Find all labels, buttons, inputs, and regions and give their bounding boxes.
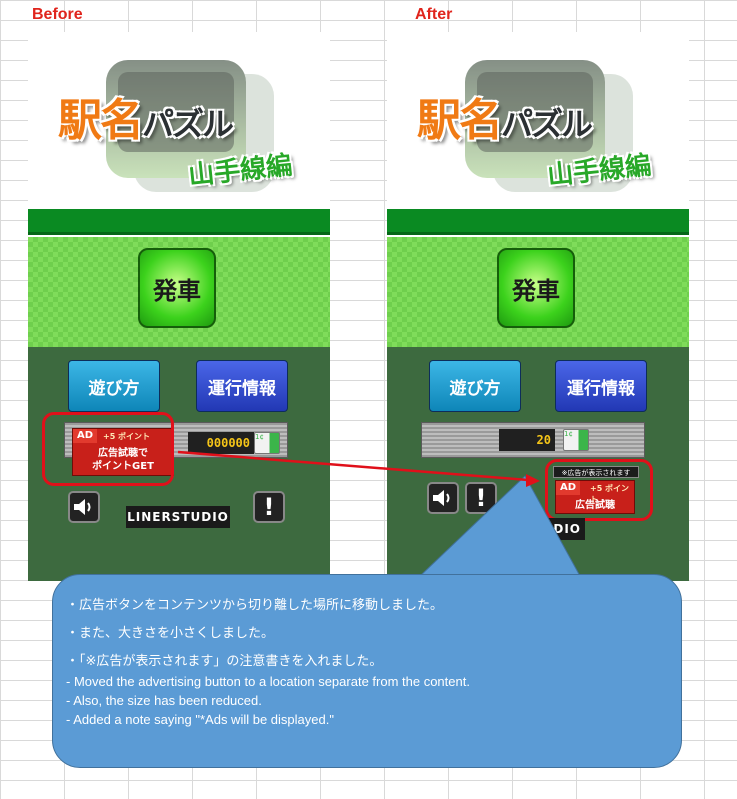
ic-card-icon: 1¢ bbox=[254, 432, 280, 454]
points-display: 20 bbox=[499, 429, 555, 451]
line-stripe bbox=[28, 209, 330, 235]
howto-button[interactable]: 遊び方 bbox=[429, 360, 521, 412]
studio-logo-partial: UDIO bbox=[527, 518, 585, 540]
logo-area: 駅名パズル 山手線編 bbox=[387, 32, 689, 209]
app-title-puzzle: パズル bbox=[501, 105, 593, 143]
note-jp-3: ・「※広告が表示されます」の注意書きを入れました。 bbox=[66, 654, 383, 669]
note-en-1: - Moved the advertising button to a loca… bbox=[66, 674, 470, 689]
note-jp-1: ・広告ボタンをコンテンツから切り離した場所に移動しました。 bbox=[66, 598, 444, 613]
info-button[interactable]: ! bbox=[465, 482, 497, 514]
after-screen: 駅名パズル 山手線編 発車 遊び方 運行情報 20 1¢ ※広告が表示されます … bbox=[387, 32, 689, 581]
speaker-icon bbox=[433, 490, 450, 506]
note-en-3: - Added a note saying "*Ads will be disp… bbox=[66, 712, 334, 727]
speaker-icon bbox=[74, 499, 91, 515]
speaker-button[interactable] bbox=[68, 491, 100, 523]
note-jp-2: ・また、大きさを小さくしました。 bbox=[66, 626, 275, 641]
exclamation-icon: ! bbox=[475, 484, 487, 512]
studio-logo: LINERSTUDIO bbox=[126, 506, 230, 528]
app-title: 駅名パズル bbox=[417, 84, 593, 148]
after-label: After bbox=[415, 6, 453, 23]
logo-area: 駅名パズル 山手線編 bbox=[28, 32, 330, 209]
note-en-2: - Also, the size has been reduced. bbox=[66, 693, 262, 708]
howto-button[interactable]: 遊び方 bbox=[68, 360, 160, 412]
info-button[interactable]: ! bbox=[253, 491, 285, 523]
ic-card-icon: 1¢ bbox=[563, 429, 589, 451]
before-label: Before bbox=[32, 6, 83, 23]
service-info-button[interactable]: 運行情報 bbox=[196, 360, 288, 412]
highlight-frame-after bbox=[545, 459, 653, 521]
service-info-button[interactable]: 運行情報 bbox=[555, 360, 647, 412]
app-title-main: 駅名 bbox=[417, 95, 503, 146]
before-screen: 駅名パズル 山手線編 発車 遊び方 運行情報 000000 1¢ AD +5 ポ… bbox=[28, 32, 330, 581]
start-button[interactable]: 発車 bbox=[497, 248, 575, 328]
app-title-puzzle: パズル bbox=[142, 105, 234, 143]
points-display: 000000 bbox=[188, 432, 254, 454]
speaker-button[interactable] bbox=[427, 482, 459, 514]
line-stripe bbox=[387, 209, 689, 235]
start-button[interactable]: 発車 bbox=[138, 248, 216, 328]
highlight-frame-before bbox=[42, 412, 174, 486]
exclamation-icon: ! bbox=[263, 493, 275, 521]
app-title: 駅名パズル bbox=[58, 84, 234, 148]
app-title-main: 駅名 bbox=[58, 95, 144, 146]
